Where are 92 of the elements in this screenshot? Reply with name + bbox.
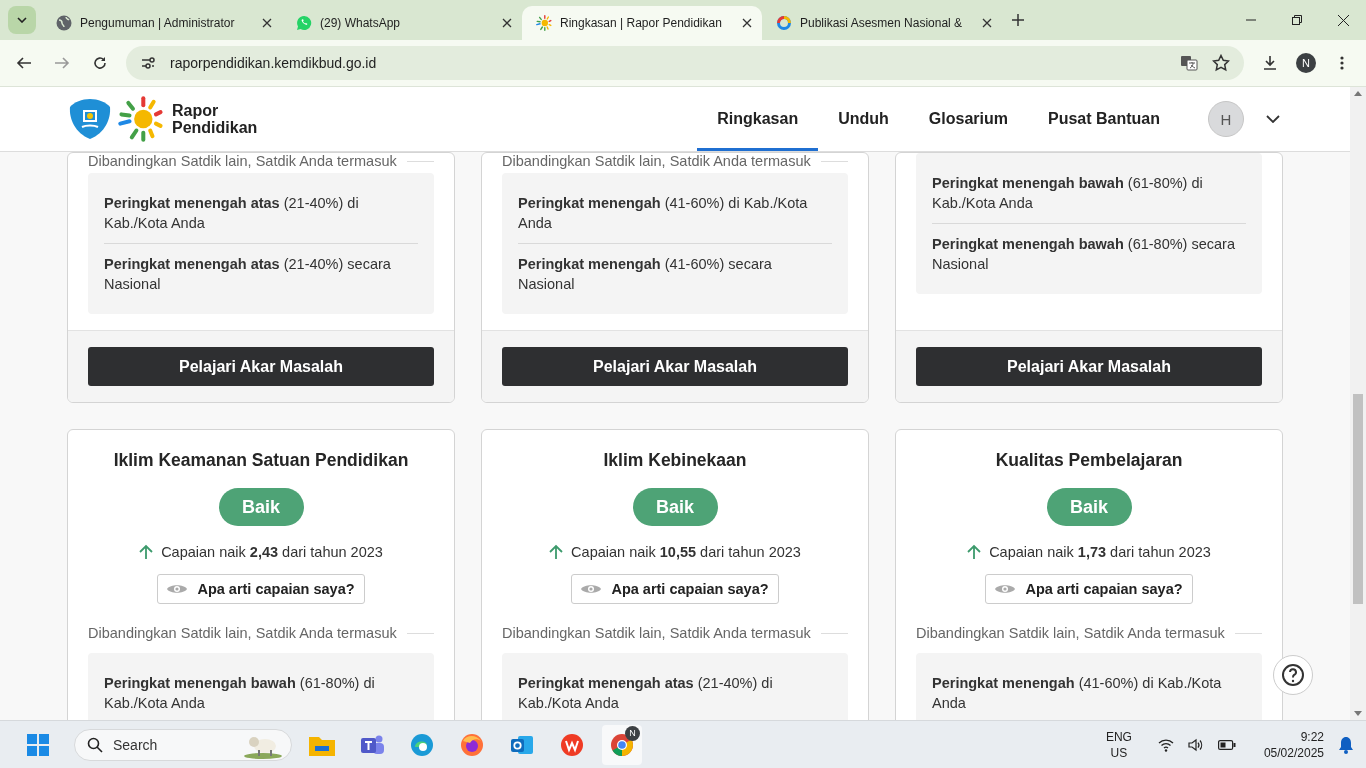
status-badge: Baik [218, 488, 304, 526]
card-title: Iklim Keamanan Satuan Pendidikan [113, 450, 409, 471]
ring-logo-icon [776, 15, 792, 31]
scroll-up-icon[interactable] [1354, 91, 1362, 96]
card-title: Iklim Kebinekaan [603, 450, 747, 471]
ranking-text: Peringkat menengah bawah (61-80%) di Kab./Kota Anda [104, 674, 376, 713]
help-icon [1281, 663, 1305, 687]
search-icon [87, 736, 103, 753]
eye-icon [995, 583, 1016, 595]
change-text: Capaian naik 10,55 dari tahun 2023 [571, 544, 801, 560]
nav-link[interactable]: Glosarium [908, 87, 1028, 151]
ranking-text: Peringkat menengah atas (21-40%) di Kab./Kota Anda [104, 194, 360, 233]
tab-search-button[interactable] [8, 6, 36, 34]
comparison-label: Dibandingkan Satdik lain, Satdik Anda termasuk [88, 625, 397, 641]
user-avatar[interactable]: H [1208, 101, 1244, 137]
ranking-text: Peringkat menengah (41-60%) di Kab./Kota Anda [932, 674, 1223, 713]
ranking-text: Peringkat menengah bawah (61-80%) di Kab./Kota Anda [932, 174, 1204, 213]
menu-icon[interactable] [1340, 55, 1344, 71]
input-language[interactable]: ENG US [1105, 728, 1132, 761]
close-icon[interactable] [742, 18, 752, 28]
change-text: Capaian naik 1,73 dari tahun 2023 [989, 544, 1211, 560]
browser-tab[interactable]: Ringkasan | Rapor Pendidikan [522, 6, 762, 40]
logo-text: Rapor Pendidikan [172, 102, 258, 136]
download-icon[interactable] [1262, 55, 1278, 71]
firefox-icon[interactable] [460, 732, 484, 757]
translate-icon[interactable] [1180, 54, 1198, 72]
close-icon[interactable] [262, 18, 272, 28]
scrollbar-thumb[interactable] [1353, 394, 1363, 604]
arrow-up-icon [549, 544, 564, 560]
root-cause-button[interactable]: Pelajari Akar Masalah [502, 347, 848, 386]
rapor-logo-icon [118, 96, 164, 142]
taskbar-search[interactable]: Search [74, 728, 292, 761]
ranking-text: Peringkat menengah atas (21-40%) secara Nasional [104, 243, 418, 304]
close-icon[interactable] [982, 18, 992, 28]
plus-icon [1012, 14, 1024, 26]
emblem-icon [68, 97, 112, 141]
windows-logo-icon[interactable] [27, 733, 49, 756]
star-icon[interactable] [1212, 54, 1230, 72]
scrollbar[interactable] [1350, 87, 1366, 720]
root-cause-button[interactable]: Pelajari Akar Masalah [916, 347, 1262, 386]
bell-icon[interactable] [1338, 735, 1354, 754]
card-title: Kualitas Pembelajaran [995, 450, 1183, 471]
eye-icon [581, 583, 602, 595]
address-bar[interactable]: raporpendidikan.kemdikbud.go.id [126, 46, 1244, 80]
help-button[interactable]: Apa arti capaian saya? [571, 574, 779, 604]
wps-office-icon[interactable] [560, 732, 584, 757]
forward-arrow-icon[interactable] [54, 55, 70, 71]
profile-avatar[interactable]: N [1296, 53, 1316, 73]
wifi-icon[interactable] [1157, 737, 1174, 752]
sun-logo-icon [536, 15, 552, 31]
ranking-text: Peringkat menengah (41-60%) di Kab./Kota Anda [518, 194, 809, 233]
help-button[interactable]: Apa arti capaian saya? [985, 574, 1193, 604]
comparison-label: Dibandingkan Satdik lain, Satdik Anda termasuk [916, 625, 1225, 641]
scroll-down-icon[interactable] [1354, 711, 1362, 716]
ranking-text: Peringkat menengah bawah (61-80%) secara Nasional [932, 223, 1246, 284]
status-badge: Baik [1046, 488, 1132, 526]
change-text: Capaian naik 2,43 dari tahun 2023 [161, 544, 383, 560]
eye-icon [167, 583, 188, 595]
volume-icon[interactable] [1187, 737, 1204, 752]
profile-badge: N [625, 725, 640, 741]
root-cause-button[interactable]: Pelajari Akar Masalah [88, 347, 434, 386]
comparison-label: Dibandingkan Satdik lain, Satdik Anda termasuk [502, 625, 811, 641]
restore-icon [1292, 15, 1302, 25]
status-badge: Baik [632, 488, 718, 526]
close-icon[interactable] [502, 18, 512, 28]
help-button[interactable]: Apa arti capaian saya? [157, 574, 365, 604]
arrow-up-icon [139, 544, 154, 560]
nav-link[interactable]: Unduh [818, 87, 909, 151]
chevron-down-icon [17, 17, 27, 23]
browser-tab[interactable]: Pengumuman | Administrator [42, 6, 282, 40]
clock[interactable]: 9:22 05/02/2025 [1263, 728, 1324, 761]
help-fab[interactable] [1273, 655, 1313, 695]
ranking-text: Peringkat menengah atas (21-40%) di Kab./Kota Anda [518, 674, 774, 713]
ranking-text: Peringkat menengah (41-60%) secara Nasional [518, 243, 832, 304]
site-settings-icon[interactable] [140, 55, 156, 71]
close-icon [1337, 14, 1349, 26]
comparison-label: Dibandingkan Satdik lain, Satdik Anda termasuk [88, 153, 397, 169]
taskbar-button[interactable]: N [602, 724, 642, 765]
chrome-icon [610, 732, 634, 757]
comparison-label: Dibandingkan Satdik lain, Satdik Anda termasuk [502, 153, 811, 169]
browser-tab[interactable]: Publikasi Asesmen Nasional & [762, 6, 1002, 40]
reload-icon[interactable] [92, 55, 108, 71]
battery-icon[interactable] [1217, 738, 1236, 751]
nav-link[interactable]: Pusat Bantuan [1028, 87, 1180, 151]
browser-tab[interactable]: (29) WhatsApp [282, 6, 522, 40]
back-arrow-icon[interactable] [16, 55, 32, 71]
minimize-icon [1246, 19, 1256, 21]
arrow-up-icon [967, 544, 982, 560]
whatsapp-icon [296, 15, 312, 31]
chevron-down-icon[interactable] [1266, 115, 1280, 123]
globe-icon [56, 15, 72, 31]
edge-icon[interactable] [410, 732, 434, 757]
